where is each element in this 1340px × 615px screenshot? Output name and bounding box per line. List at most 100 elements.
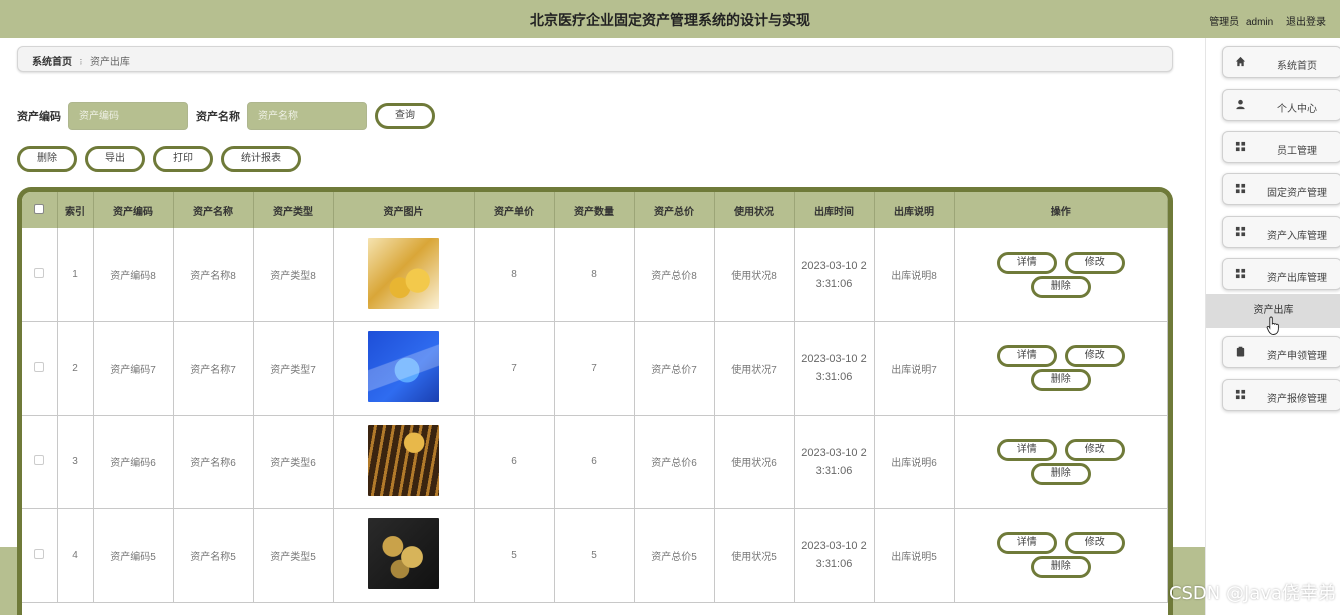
row-checkbox[interactable] (34, 361, 45, 372)
cell-index: 2 (57, 321, 94, 416)
print-button[interactable]: 打印 (153, 146, 213, 172)
row-ops: 详情 修改 删除 (991, 438, 1131, 486)
sidebar-item-label: 固定资产管理 (1267, 188, 1327, 199)
sidebar-item-label: 个人中心 (1277, 104, 1317, 115)
cell-qty: 8 (554, 228, 635, 322)
col-usage-status: 使用状况 (714, 192, 795, 228)
cell-index: 3 (57, 415, 94, 509)
cell-note: 出库说明8 (874, 228, 955, 322)
col-total-price: 资产总价 (634, 192, 715, 228)
time-line-1: 2023-03-10 2 (801, 353, 867, 366)
sidebar-item-staff[interactable]: 员工管理 (1222, 131, 1340, 163)
detail-button[interactable]: 详情 (996, 251, 1057, 274)
edit-button[interactable]: 修改 (1064, 438, 1125, 461)
asset-name-input[interactable] (247, 102, 367, 130)
row-checkbox[interactable] (34, 548, 45, 559)
report-button[interactable]: 统计报表 (221, 146, 301, 172)
cell-time: 2023-03-10 2 3:31:06 (794, 508, 875, 603)
time-line-2: 3:31:06 (815, 371, 853, 384)
cell-price: 5 (474, 508, 555, 603)
clipboard-icon (1236, 346, 1245, 357)
cell-name: 资产名称7 (173, 321, 254, 416)
edit-button[interactable]: 修改 (1064, 345, 1125, 368)
detail-button[interactable]: 详情 (996, 438, 1057, 461)
bitcoin-photo-icon (368, 518, 439, 590)
time-line-2: 3:31:06 (815, 558, 853, 571)
cell-type: 资产类型5 (253, 508, 334, 603)
grid-icon (1235, 268, 1246, 279)
col-operations: 操作 (954, 192, 1168, 228)
table-row: 2 资产编码7 资产名称7 资产类型7 7 7 资产总价7 使用状况7 2023… (22, 321, 1168, 416)
sidebar-item-label: 资产入库管理 (1267, 231, 1327, 242)
sidebar-item-label: 资产出库管理 (1267, 273, 1327, 284)
select-all-cell[interactable] (22, 192, 58, 228)
logout-link[interactable]: 退出登录 (1286, 17, 1326, 28)
grid-icon (1235, 226, 1246, 237)
search-bar: 资产编码 资产名称 查询 (17, 102, 435, 130)
action-toolbar: 删除 导出 打印 统计报表 (17, 146, 309, 172)
cell-status: 使用状况6 (714, 415, 795, 509)
cell-type: 资产类型7 (253, 321, 334, 416)
data-table-container: 索引 资产编码 资产名称 资产类型 资产图片 资产单价 资产数量 资产总价 使用… (17, 187, 1173, 615)
col-quantity: 资产数量 (554, 192, 635, 228)
sidebar-item-home[interactable]: 系统首页 (1222, 46, 1340, 78)
sidebar-item-inbound[interactable]: 资产入库管理 (1222, 216, 1340, 248)
cell-price: 7 (474, 321, 555, 416)
asset-name-label: 资产名称 (196, 111, 240, 123)
cell-status: 使用状况7 (714, 321, 795, 416)
cell-qty: 5 (554, 508, 635, 603)
col-asset-type: 资产类型 (253, 192, 334, 228)
col-unit-price: 资产单价 (474, 192, 555, 228)
sidebar-item-label: 资产报修管理 (1267, 394, 1327, 405)
cell-note: 出库说明6 (874, 415, 955, 509)
sidebar-item-fixed-assets[interactable]: 固定资产管理 (1222, 173, 1340, 205)
cell-price: 6 (474, 415, 555, 509)
select-all-checkbox[interactable] (34, 203, 45, 214)
cell-status: 使用状况5 (714, 508, 795, 603)
breadcrumb-current: 资产出库 (89, 57, 130, 68)
cell-time: 2023-03-10 2 3:31:06 (794, 321, 875, 416)
user-role: 管理员 (1209, 17, 1240, 28)
time-line-1: 2023-03-10 2 (801, 259, 867, 272)
col-asset-image: 资产图片 (333, 192, 475, 228)
system-title: 北京医疗企业固定资产管理系统的设计与实现 (530, 12, 810, 28)
row-delete-button[interactable]: 删除 (1030, 275, 1091, 298)
row-checkbox[interactable] (34, 455, 45, 466)
row-ops: 详情 修改 删除 (991, 531, 1131, 579)
row-checkbox[interactable] (34, 268, 45, 278)
col-asset-name: 资产名称 (173, 192, 254, 228)
edit-button[interactable]: 修改 (1064, 532, 1125, 555)
detail-button[interactable]: 详情 (996, 345, 1057, 368)
delete-button[interactable]: 删除 (17, 146, 77, 172)
time-line-1: 2023-03-10 2 (801, 540, 867, 553)
sidebar-item-outbound[interactable]: 资产出库管理 (1222, 258, 1340, 290)
detail-button[interactable]: 详情 (996, 532, 1057, 555)
hand-cursor-icon (1266, 316, 1279, 335)
sidebar-item-label: 资产申领管理 (1267, 351, 1327, 362)
cell-type: 资产类型6 (253, 415, 334, 509)
sidebar-item-profile[interactable]: 个人中心 (1222, 89, 1340, 121)
export-button[interactable]: 导出 (85, 146, 145, 172)
sidebar-item-claims[interactable]: 资产申领管理 (1222, 336, 1340, 368)
row-delete-button[interactable]: 删除 (1030, 556, 1091, 579)
watermark: CSDN @Java侥幸弟 (1168, 583, 1336, 604)
col-index: 索引 (57, 192, 94, 228)
table-row: 3 资产编码6 资产名称6 资产类型6 6 6 资产总价6 使用状况6 2023… (22, 415, 1168, 509)
table-row: 4 资产编码5 资产名称5 资产类型5 5 5 资产总价5 使用状况5 2023… (22, 508, 1168, 603)
col-outbound-note: 出库说明 (874, 192, 955, 228)
row-delete-button[interactable]: 删除 (1030, 369, 1091, 392)
breadcrumb-home[interactable]: 系统首页 (32, 57, 72, 68)
sidebar-item-repairs[interactable]: 资产报修管理 (1222, 379, 1340, 411)
cell-code: 资产编码8 (93, 228, 174, 322)
cell-qty: 7 (554, 321, 635, 416)
coin-stack-photo-icon (368, 424, 439, 496)
asset-code-input[interactable] (68, 102, 188, 130)
edit-button[interactable]: 修改 (1064, 251, 1125, 274)
breadcrumb-separator: ፧ (79, 57, 83, 68)
query-button[interactable]: 查询 (375, 103, 435, 129)
cell-qty: 6 (554, 415, 635, 509)
time-line-2: 3:31:06 (815, 277, 853, 290)
cell-total: 资产总价8 (634, 228, 715, 322)
row-delete-button[interactable]: 删除 (1030, 462, 1091, 485)
cell-type: 资产类型8 (253, 228, 334, 322)
